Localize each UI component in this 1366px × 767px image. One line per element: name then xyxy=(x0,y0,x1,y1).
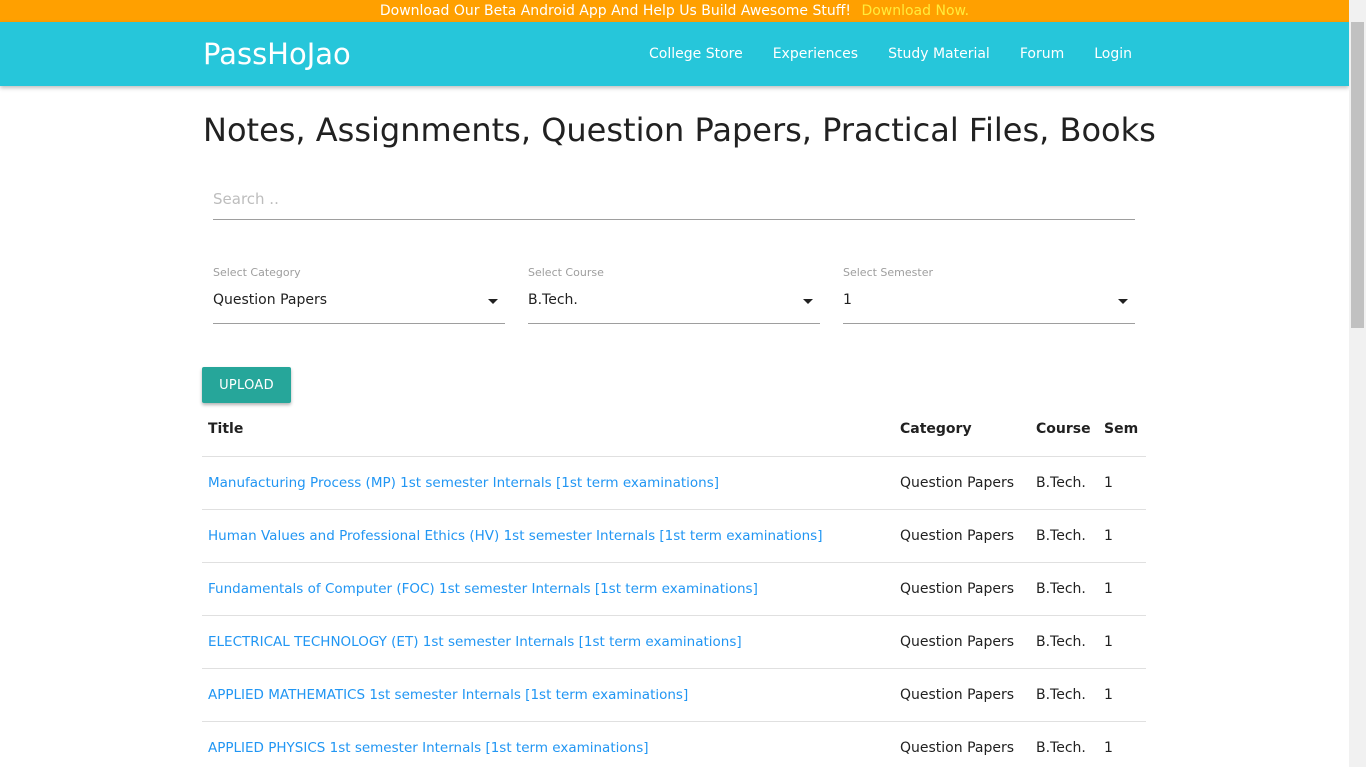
table-row: APPLIED PHYSICS 1st semester Internals [… xyxy=(202,721,1146,767)
nav-link-experiences[interactable]: Experiences xyxy=(773,46,858,62)
banner-text: Download Our Beta Android App And Help U… xyxy=(379,3,851,19)
page: Download Our Beta Android App And Help U… xyxy=(0,0,1366,767)
caret-down-icon xyxy=(803,299,813,304)
course-select-label: Select Course xyxy=(528,266,604,279)
row-category: Question Papers xyxy=(894,668,1030,722)
row-title-link[interactable]: Manufacturing Process (MP) 1st semester … xyxy=(202,456,894,510)
row-sem: 1 xyxy=(1098,668,1146,722)
search-input[interactable] xyxy=(213,180,1135,218)
course-select-value: B.Tech. xyxy=(528,292,578,308)
table-row: Manufacturing Process (MP) 1st semester … xyxy=(202,456,1146,510)
semester-select[interactable]: Select Semester 1 xyxy=(843,265,1135,324)
column-header-title: Title xyxy=(202,403,894,457)
announcement-banner: Download Our Beta Android App And Help U… xyxy=(0,0,1349,22)
row-title-link[interactable]: APPLIED MATHEMATICS 1st semester Interna… xyxy=(202,668,894,722)
row-course: B.Tech. xyxy=(1030,721,1098,767)
row-course: B.Tech. xyxy=(1030,668,1098,722)
page-scrollbar[interactable] xyxy=(1349,0,1366,767)
row-category: Question Papers xyxy=(894,562,1030,616)
row-sem: 1 xyxy=(1098,721,1146,767)
row-sem: 1 xyxy=(1098,456,1146,510)
semester-select-label: Select Semester xyxy=(843,266,933,279)
category-select-label: Select Category xyxy=(213,266,301,279)
navbar: PassHoJao College Store Experiences Stud… xyxy=(0,22,1349,86)
nav-link-college-store[interactable]: College Store xyxy=(649,46,743,62)
row-course: B.Tech. xyxy=(1030,562,1098,616)
row-title-link[interactable]: ELECTRICAL TECHNOLOGY (ET) 1st semester … xyxy=(202,615,894,669)
table-header-row: Title Category Course Sem xyxy=(202,403,1146,457)
caret-down-icon xyxy=(488,299,498,304)
nav-link-forum[interactable]: Forum xyxy=(1020,46,1064,62)
course-select[interactable]: Select Course B.Tech. xyxy=(528,265,820,324)
scrollbar-thumb[interactable] xyxy=(1351,22,1364,328)
page-title: Notes, Assignments, Question Papers, Pra… xyxy=(203,111,1156,149)
caret-down-icon xyxy=(1118,299,1128,304)
row-sem: 1 xyxy=(1098,562,1146,616)
column-header-course: Course xyxy=(1030,403,1098,457)
semester-select-value: 1 xyxy=(843,292,852,308)
materials-table-grid: Title Category Course Sem Manufacturing … xyxy=(202,403,1146,767)
brand-logo[interactable]: PassHoJao xyxy=(203,36,351,72)
nav-links: College Store Experiences Study Material… xyxy=(619,22,1132,86)
category-select-value: Question Papers xyxy=(213,292,328,308)
column-header-category: Category xyxy=(894,403,1030,457)
category-select[interactable]: Select Category Question Papers xyxy=(213,265,505,324)
materials-table: Title Category Course Sem Manufacturing … xyxy=(202,403,1146,767)
row-sem: 1 xyxy=(1098,509,1146,563)
row-sem: 1 xyxy=(1098,615,1146,669)
upload-button[interactable]: UPLOAD xyxy=(202,367,291,403)
column-header-sem: Sem xyxy=(1098,403,1146,457)
download-now-link[interactable]: Download Now. xyxy=(861,3,969,19)
nav-link-study-material[interactable]: Study Material xyxy=(888,46,990,62)
row-category: Question Papers xyxy=(894,615,1030,669)
table-row: Fundamentals of Computer (FOC) 1st semes… xyxy=(202,562,1146,616)
row-course: B.Tech. xyxy=(1030,509,1098,563)
row-category: Question Papers xyxy=(894,721,1030,767)
row-course: B.Tech. xyxy=(1030,615,1098,669)
row-course: B.Tech. xyxy=(1030,456,1098,510)
table-row: APPLIED MATHEMATICS 1st semester Interna… xyxy=(202,668,1146,722)
row-title-link[interactable]: Fundamentals of Computer (FOC) 1st semes… xyxy=(202,562,894,616)
row-title-link[interactable]: APPLIED PHYSICS 1st semester Internals [… xyxy=(202,721,894,767)
row-category: Question Papers xyxy=(894,509,1030,563)
table-row: Human Values and Professional Ethics (HV… xyxy=(202,509,1146,563)
table-row: ELECTRICAL TECHNOLOGY (ET) 1st semester … xyxy=(202,615,1146,669)
nav-link-login[interactable]: Login xyxy=(1094,46,1132,62)
row-category: Question Papers xyxy=(894,456,1030,510)
search-field xyxy=(213,180,1135,220)
row-title-link[interactable]: Human Values and Professional Ethics (HV… xyxy=(202,509,894,563)
